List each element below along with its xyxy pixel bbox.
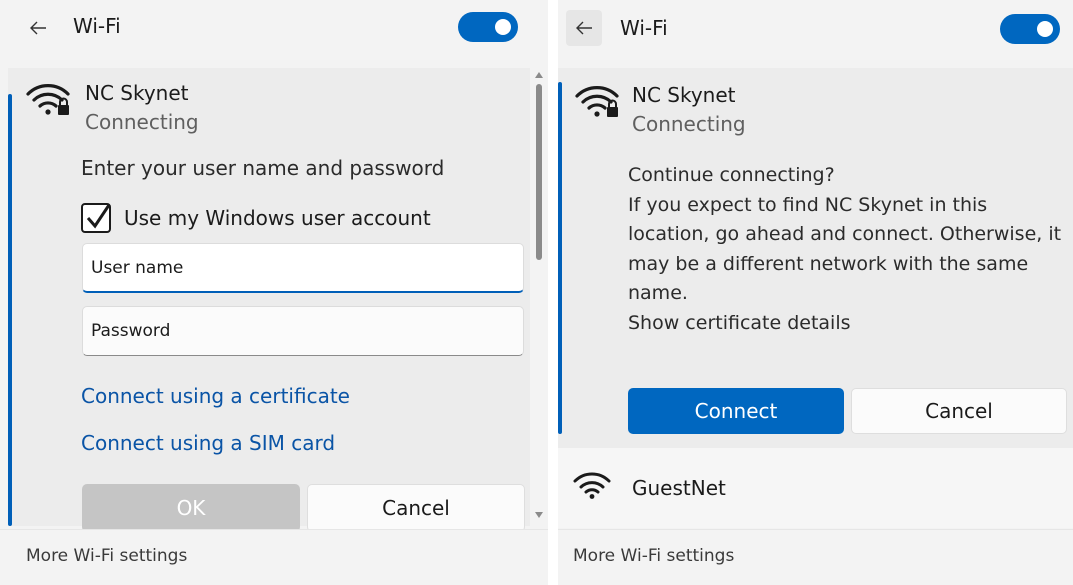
wifi-secured-icon xyxy=(25,80,71,118)
network-status: Connecting xyxy=(632,112,746,136)
checkmark-icon xyxy=(86,204,111,229)
footer: More Wi-Fi settings xyxy=(558,529,1073,585)
message-line: may be a different network with the same xyxy=(628,252,1029,275)
cancel-button[interactable]: Cancel xyxy=(851,388,1067,434)
show-certificate-link[interactable]: Show certificate details xyxy=(628,309,1061,339)
windows-account-checkbox[interactable] xyxy=(81,203,111,233)
scroll-up-icon[interactable] xyxy=(534,70,544,80)
message-line: Continue connecting? xyxy=(628,164,835,186)
scroll-thumb[interactable] xyxy=(536,84,542,260)
more-wifi-settings-link[interactable]: More Wi-Fi settings xyxy=(573,546,734,566)
connect-button[interactable]: Connect xyxy=(628,388,844,434)
back-arrow-icon xyxy=(30,21,46,35)
windows-account-label: Use my Windows user account xyxy=(124,206,431,230)
cancel-button[interactable]: Cancel xyxy=(307,484,525,532)
credentials-prompt: Enter your user name and password xyxy=(81,156,445,180)
connect-sim-link[interactable]: Connect using a SIM card xyxy=(81,431,335,455)
message-line: location, go ahead and connect. Otherwis… xyxy=(628,223,1062,245)
scrollbar[interactable] xyxy=(532,68,546,526)
network-status: Connecting xyxy=(85,110,199,134)
back-arrow-icon xyxy=(576,21,592,35)
wifi-panel-confirm: Wi-Fi NC Skynet Connecting Continue conn… xyxy=(558,0,1073,585)
network-item-guestnet[interactable]: GuestNet xyxy=(558,448,1073,528)
network-name: GuestNet xyxy=(632,476,726,500)
more-wifi-settings-link[interactable]: More Wi-Fi settings xyxy=(26,546,187,566)
footer: More Wi-Fi settings xyxy=(0,529,548,585)
message-line: name. xyxy=(628,282,688,304)
wifi-panel-credentials: Wi-Fi NC Skynet Connecting Enter your us… xyxy=(0,0,548,585)
page-title: Wi-Fi xyxy=(73,14,121,38)
username-field[interactable]: User name xyxy=(82,243,524,293)
connect-certificate-link[interactable]: Connect using a certificate xyxy=(81,384,350,408)
back-button[interactable] xyxy=(566,10,602,46)
wifi-secured-icon xyxy=(574,82,620,120)
wifi-toggle[interactable] xyxy=(1000,14,1060,44)
wifi-toggle[interactable] xyxy=(458,12,518,42)
network-card: NC Skynet Connecting Continue connecting… xyxy=(558,68,1073,448)
header-bar: Wi-Fi xyxy=(558,0,1073,66)
continue-message: Continue connecting? If you expect to fi… xyxy=(628,161,1061,338)
selection-accent xyxy=(558,82,562,434)
selection-accent xyxy=(8,94,12,526)
network-card: NC Skynet Connecting Enter your user nam… xyxy=(8,68,530,532)
ok-button[interactable]: OK xyxy=(82,484,300,532)
header-bar: Wi-Fi xyxy=(0,0,548,66)
wifi-icon xyxy=(572,470,612,500)
back-button[interactable] xyxy=(20,10,56,46)
page-title: Wi-Fi xyxy=(620,16,668,40)
message-line: If you expect to find NC Skynet in this xyxy=(628,193,988,216)
scroll-down-icon[interactable] xyxy=(534,510,544,520)
network-name: NC Skynet xyxy=(85,81,189,105)
password-field[interactable]: Password xyxy=(82,306,524,356)
network-name: NC Skynet xyxy=(632,83,736,107)
